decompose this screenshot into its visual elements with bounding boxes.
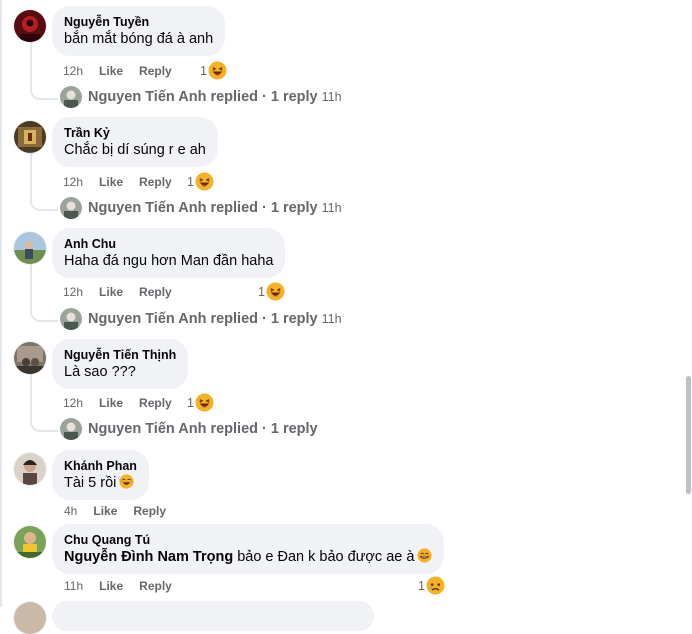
- reply-button[interactable]: Reply: [139, 64, 172, 78]
- reply-button[interactable]: Reply: [133, 504, 166, 518]
- thread-line: [30, 153, 32, 161]
- comment-text: Là sao ???: [64, 364, 136, 380]
- scrollbar-track[interactable]: [684, 0, 692, 607]
- reply-author-avatar: [60, 86, 82, 108]
- replied-name: Nguyen Tiến Anh replied: [88, 421, 258, 437]
- reply-button[interactable]: Reply: [139, 175, 172, 189]
- thread-elbow: [30, 382, 58, 432]
- reply-author-avatar: [60, 308, 82, 330]
- grinning-emoji-icon: [417, 548, 433, 563]
- comment-time[interactable]: 12h: [63, 396, 83, 410]
- like-button[interactable]: Like: [93, 504, 117, 518]
- sad-emoji-icon: [426, 576, 445, 595]
- reaction-summary[interactable]: 1: [187, 172, 214, 191]
- mention-link[interactable]: Nguyễn Đình Nam Trọng: [64, 549, 233, 565]
- view-replies-link[interactable]: Nguyen Tiến Anh replied · 1 reply 11h: [60, 307, 342, 331]
- comment-author[interactable]: Anh Chu: [64, 236, 273, 252]
- laughing-emoji-icon: [266, 282, 285, 301]
- reply-author-avatar: [60, 418, 82, 440]
- reply-time: 11h: [321, 90, 342, 104]
- laughing-emoji-icon: [208, 61, 227, 80]
- reply-time: 11h: [321, 312, 342, 326]
- comment-author[interactable]: Chu Quang Tú: [64, 532, 432, 548]
- comment-bubble: Nguyễn Tiến Thịnh Là sao ???: [52, 339, 189, 389]
- replied-name: Nguyen Tiến Anh replied: [88, 311, 258, 327]
- comment-bubble: Chu Quang Tú Nguyễn Đình Nam Trọng bảo e…: [52, 524, 445, 574]
- avatar[interactable]: [14, 121, 46, 153]
- comment-text-content: bảo e Đan k bảo được ae à: [237, 549, 415, 565]
- comment-bubble: [52, 601, 374, 631]
- like-button[interactable]: Like: [99, 285, 123, 299]
- view-replies-link[interactable]: Nguyen Tiến Anh replied · 1 reply 11h: [60, 85, 342, 109]
- reaction-count: 1: [187, 395, 194, 410]
- reaction-count: 1: [200, 63, 207, 78]
- thread-line: [30, 374, 32, 382]
- comment-text: Tài 5 rồi: [64, 474, 137, 493]
- reply-button[interactable]: Reply: [139, 396, 172, 410]
- comment-text: Chắc bị dí súng r e ah: [64, 142, 206, 158]
- comment-author[interactable]: Nguyễn Tiến Thịnh: [64, 347, 176, 363]
- comment-text-content: Tài 5 rồi: [64, 475, 117, 491]
- reaction-summary[interactable]: 1: [418, 576, 445, 595]
- like-button[interactable]: Like: [99, 579, 123, 593]
- comment-time[interactable]: 4h: [64, 504, 77, 518]
- comment-text: Nguyễn Đình Nam Trọng bảo e Đan k bảo đư…: [64, 548, 433, 567]
- reply-count: · 1 reply: [262, 89, 318, 105]
- reply-button[interactable]: Reply: [139, 285, 172, 299]
- avatar[interactable]: [14, 526, 46, 558]
- view-replies-link[interactable]: Nguyen Tiến Anh replied · 1 reply 11h: [60, 196, 342, 220]
- reaction-count: 1: [187, 174, 194, 189]
- comment-bubble: Trần Kỷ Chắc bị dí súng r e ah: [52, 117, 218, 167]
- reply-count: · 1 reply: [262, 421, 318, 437]
- comment-author[interactable]: Trần Kỷ: [64, 125, 206, 141]
- reaction-count: 1: [418, 578, 425, 593]
- comment-text: Haha đá ngu hơn Man đần haha: [64, 253, 274, 269]
- feed-left-border: [0, 0, 2, 607]
- comment-actions: 12h Like Reply: [63, 284, 188, 300]
- laughing-emoji-icon: [195, 393, 214, 412]
- like-button[interactable]: Like: [99, 175, 123, 189]
- comment-time[interactable]: 12h: [63, 175, 83, 189]
- reaction-summary[interactable]: 1: [187, 393, 214, 412]
- reply-count: · 1 reply: [262, 311, 318, 327]
- comment-bubble: Anh Chu Haha đá ngu hơn Man đần haha: [52, 228, 286, 278]
- comment-text: bắn mắt bóng đá à anh: [64, 31, 214, 47]
- reaction-summary[interactable]: 1: [258, 282, 285, 301]
- laughing-emoji-icon: [195, 172, 214, 191]
- comment-author[interactable]: Nguyễn Tuyền: [64, 14, 213, 30]
- replied-name: Nguyen Tiến Anh replied: [88, 200, 258, 216]
- comment-actions: 12h Like Reply: [63, 174, 188, 190]
- rolling-laughing-emoji-icon: [119, 474, 135, 489]
- comment-time[interactable]: 12h: [63, 64, 83, 78]
- comment-actions: 12h Like Reply: [63, 63, 188, 79]
- view-replies-link[interactable]: Nguyen Tiến Anh replied · 1 reply: [60, 417, 322, 441]
- avatar[interactable]: [14, 10, 46, 42]
- comment-author[interactable]: Khánh Phan: [64, 458, 137, 474]
- avatar[interactable]: [14, 342, 46, 374]
- thread-line: [30, 42, 32, 50]
- reply-button[interactable]: Reply: [139, 579, 172, 593]
- comment-time[interactable]: 11h: [64, 579, 83, 593]
- reply-author-avatar: [60, 197, 82, 219]
- avatar[interactable]: [14, 232, 46, 264]
- thread-elbow: [30, 50, 58, 100]
- thread-elbow: [30, 161, 58, 211]
- comment-time[interactable]: 12h: [63, 285, 83, 299]
- scrollbar-thumb[interactable]: [686, 376, 691, 494]
- comment-actions: 12h Like Reply: [63, 395, 188, 411]
- comment-actions: 11h Like Reply: [64, 578, 188, 594]
- comment-actions: 4h Like Reply: [64, 503, 182, 519]
- replied-name: Nguyen Tiến Anh replied: [88, 89, 258, 105]
- avatar[interactable]: [14, 453, 46, 485]
- thread-line: [30, 264, 32, 272]
- comment-bubble: Nguyễn Tuyền bắn mắt bóng đá à anh: [52, 6, 226, 56]
- reaction-count: 1: [258, 284, 265, 299]
- like-button[interactable]: Like: [99, 64, 123, 78]
- reply-time: 11h: [321, 201, 342, 215]
- reaction-summary[interactable]: 1: [200, 61, 227, 80]
- reply-count: · 1 reply: [262, 200, 318, 216]
- like-button[interactable]: Like: [99, 396, 123, 410]
- thread-elbow: [30, 272, 58, 322]
- comment-bubble: Khánh Phan Tài 5 rồi: [52, 450, 149, 500]
